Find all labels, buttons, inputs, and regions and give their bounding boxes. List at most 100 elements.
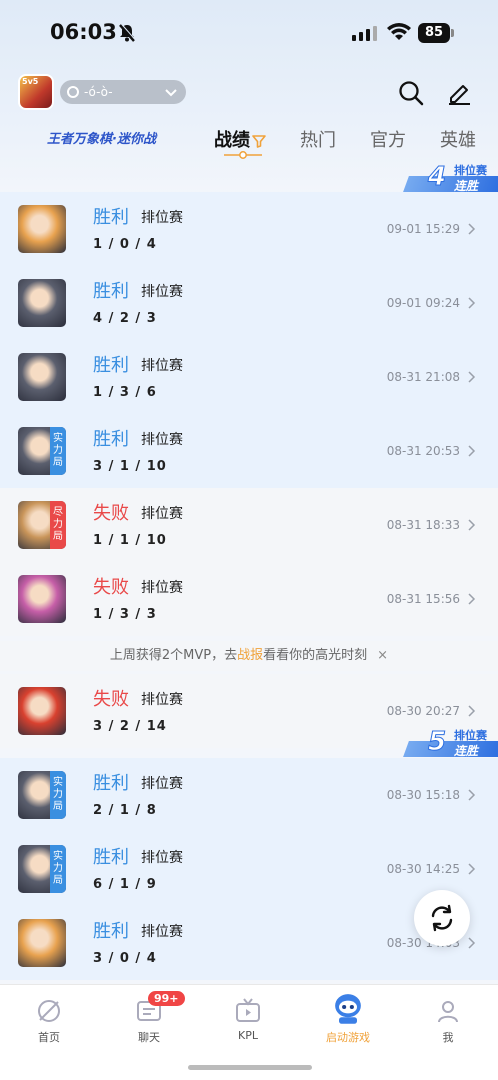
match-mode: 排位赛 [141, 850, 183, 866]
match-result: 胜利 [93, 773, 129, 794]
status-time: 06:03 [50, 20, 117, 44]
match-row[interactable]: 尽力局 失败 排位赛 1 / 1 / 10 08-31 18:33 [0, 488, 498, 562]
game-logo[interactable]: 5v5 [18, 74, 54, 110]
hero-avatar: 实力局 [18, 427, 66, 475]
chevron-right-icon [468, 705, 476, 717]
chevron-down-icon [165, 89, 177, 97]
tab-heroes[interactable]: 英雄 [440, 126, 476, 152]
tab-official[interactable]: 官方 [370, 126, 406, 152]
match-mode: 排位赛 [141, 506, 183, 522]
hero-avatar [18, 279, 66, 327]
match-result: 胜利 [93, 921, 129, 942]
streak-badge: 4 排位赛 连胜 [403, 162, 498, 193]
streak-badge: 5 排位赛 连胜 [403, 727, 498, 758]
match-time: 08-31 15:56 [386, 592, 460, 606]
hero-avatar: 实力局 [18, 845, 66, 893]
nav-label: 首页 [38, 1031, 60, 1044]
nav-profile[interactable]: 我 [408, 997, 488, 1045]
battery-icon: 85 [418, 23, 454, 43]
match-mode: 排位赛 [141, 692, 183, 708]
streak-count: 5 [427, 727, 447, 758]
bell-muted-icon [119, 23, 136, 42]
match-mode: 排位赛 [141, 924, 183, 940]
hero-avatar [18, 205, 66, 253]
mode-tag: 实力局 [50, 427, 66, 475]
match-row[interactable]: 失败 排位赛 1 / 3 / 3 08-31 15:56 [0, 562, 498, 636]
match-time: 09-01 09:24 [386, 296, 460, 310]
mvp-tip-text-end: 看看你的高光时刻 [263, 648, 368, 663]
nav-kpl[interactable]: KPL [208, 997, 288, 1042]
match-time: 08-31 21:08 [386, 370, 460, 384]
match-kda: 3 / 2 / 14 [93, 719, 167, 734]
promo-banner[interactable]: 王者万象棋·迷你战 [47, 128, 156, 147]
match-result: 胜利 [93, 847, 129, 868]
match-row[interactable]: 实力局 胜利 排位赛 2 / 1 / 8 08-30 15:18 [0, 758, 498, 832]
match-kda: 2 / 1 / 8 [93, 803, 157, 818]
match-mode: 排位赛 [141, 210, 183, 226]
mode-tag: 尽力局 [50, 501, 66, 549]
mvp-tip-banner[interactable]: 上周获得2个MVP，去战报看看你的高光时刻 × [0, 641, 498, 671]
match-result: 失败 [93, 689, 129, 710]
match-kda: 1 / 1 / 10 [93, 533, 167, 548]
hero-avatar: 实力局 [18, 771, 66, 819]
match-kda: 1 / 3 / 6 [93, 385, 157, 400]
match-row[interactable]: 实力局 胜利 排位赛 6 / 1 / 9 08-30 14:25 [0, 832, 498, 906]
nav-label: 我 [442, 1031, 454, 1044]
chevron-right-icon [468, 863, 476, 875]
match-kda: 4 / 2 / 3 [93, 311, 157, 326]
match-result: 胜利 [93, 207, 129, 228]
match-time: 08-31 18:33 [386, 518, 460, 532]
edit-icon[interactable] [446, 79, 472, 105]
streak-label: 连胜 [454, 744, 479, 758]
account-switcher[interactable]: -ó-ò- [60, 80, 186, 104]
match-kda: 1 / 0 / 4 [93, 237, 157, 252]
match-result: 失败 [93, 577, 129, 598]
match-kda: 3 / 1 / 10 [93, 459, 167, 474]
hero-avatar [18, 353, 66, 401]
battle-report-link[interactable]: 战报 [237, 648, 263, 663]
hero-avatar: 尽力局 [18, 501, 66, 549]
nav-label: 启动游戏 [326, 1031, 370, 1044]
match-result: 失败 [93, 503, 129, 524]
hero-avatar [18, 687, 66, 735]
tab-hot[interactable]: 热门 [300, 126, 336, 152]
streak-mode: 排位赛 [454, 164, 487, 177]
match-mode: 排位赛 [141, 358, 183, 374]
match-row[interactable]: 胜利 排位赛 1 / 0 / 4 09-01 15:29 [0, 192, 498, 266]
chevron-right-icon [468, 371, 476, 383]
match-mode: 排位赛 [141, 776, 183, 792]
match-kda: 6 / 1 / 9 [93, 877, 157, 892]
match-mode: 排位赛 [141, 580, 183, 596]
account-status-icon [67, 86, 79, 98]
filter-icon[interactable] [252, 134, 266, 148]
hero-avatar [18, 575, 66, 623]
home-icon [38, 1000, 60, 1022]
match-row[interactable]: 胜利 排位赛 1 / 3 / 6 08-31 21:08 [0, 340, 498, 414]
mode-tag: 实力局 [50, 845, 66, 893]
chevron-right-icon [468, 937, 476, 949]
status-bar: 06:03 85 [0, 0, 498, 66]
active-tab-indicator [224, 151, 262, 159]
nav-launch-game[interactable]: 启动游戏 [308, 994, 388, 1045]
close-icon[interactable]: × [377, 648, 388, 663]
match-row[interactable]: 胜利 排位赛 4 / 2 / 3 09-01 09:24 [0, 266, 498, 340]
nav-label: KPL [238, 1029, 258, 1042]
tab-records[interactable]: 战绩 [214, 126, 266, 152]
unread-badge: 99+ [148, 991, 185, 1006]
nav-home[interactable]: 首页 [9, 997, 89, 1045]
match-time: 08-30 14:25 [386, 862, 460, 876]
profile-icon [438, 1001, 458, 1023]
match-result: 胜利 [93, 429, 129, 450]
chevron-right-icon [468, 445, 476, 457]
streak-label: 连胜 [454, 179, 479, 193]
signal-icon [352, 25, 377, 41]
search-icon[interactable] [398, 80, 424, 106]
chevron-right-icon [468, 789, 476, 801]
match-time: 08-31 20:53 [386, 444, 460, 458]
match-row[interactable]: 实力局 胜利 排位赛 3 / 1 / 10 08-31 20:53 [0, 414, 498, 488]
account-name: -ó-ò- [84, 85, 113, 99]
wifi-icon [387, 23, 411, 40]
tv-icon [236, 998, 260, 1022]
refresh-button[interactable] [414, 890, 470, 946]
refresh-icon [431, 904, 453, 932]
